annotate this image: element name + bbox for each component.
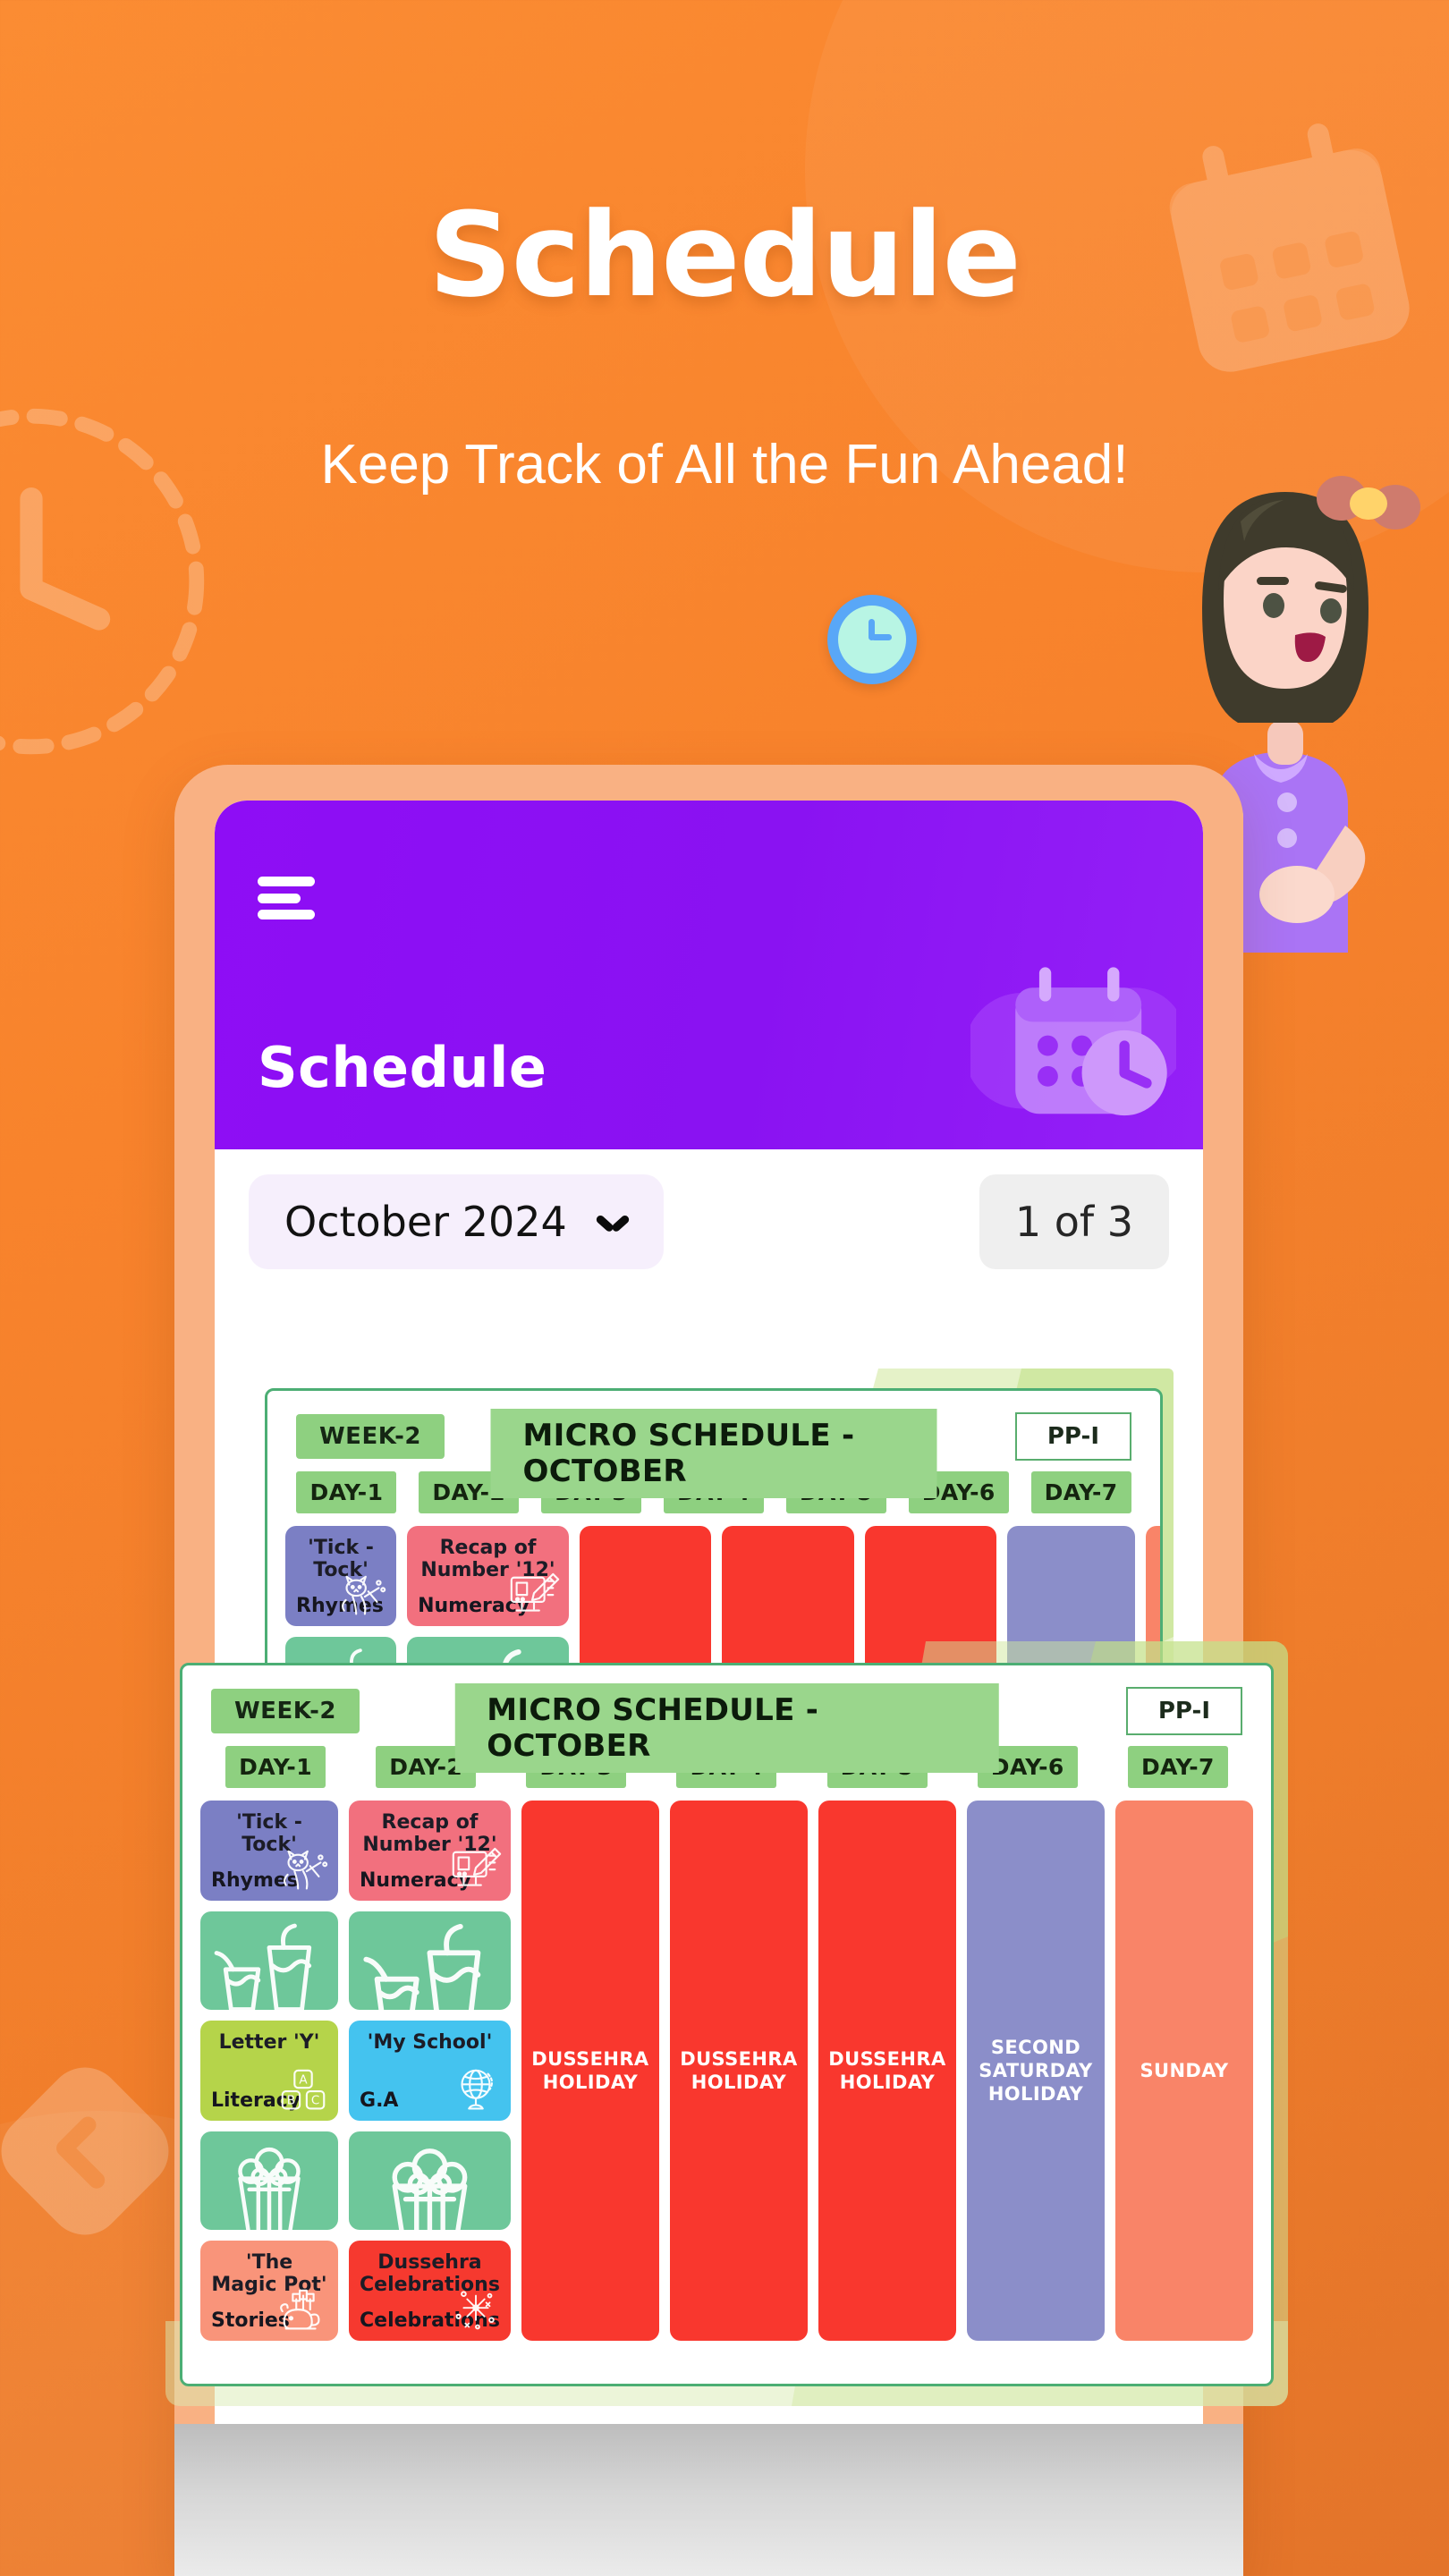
day-cell: DAY-7 [1020, 1471, 1142, 1513]
schedule-sheet-front-inner: WEEK-2 MICRO SCHEDULE - OCTOBER PP-I DAY… [180, 1663, 1274, 2386]
month-selector-value: October 2024 [284, 1198, 567, 1246]
activity-cell[interactable]: Dussehra Celebrations Celebrations [349, 2241, 511, 2341]
app-title: Schedule [258, 1035, 547, 1100]
activity-cell[interactable]: Letter 'Y'ABCLiteracy [200, 2021, 339, 2121]
schedule-columns-front: 'Tick - Tock' Rhymes Letter 'Y' A B C Literacy… [182, 1788, 1271, 2357]
fireworks-icon [448, 2285, 504, 2334]
abc-blocks-icon: AB C [275, 2065, 331, 2114]
activity-cell[interactable] [349, 1911, 511, 2010]
computer-pencil-icon [448, 1845, 504, 1894]
hamburger-icon[interactable] [258, 877, 315, 919]
schedule-column: Recap of Number '12'Numeracy 'My School'G… [349, 1801, 511, 2341]
activity-cell[interactable] [349, 2131, 511, 2230]
week-badge: WEEK-2 [296, 1414, 445, 1459]
controls-row: October 2024 1 of 3 [215, 1149, 1203, 1284]
activity-cell[interactable]: Recap of Number '12' Numeracy [349, 1801, 511, 1901]
activity-cell[interactable]: Recap of Number '12' Numeracy [407, 1526, 569, 1626]
day-cell: DAY-1 [285, 1471, 408, 1513]
schedule-column: DUSSEHRA HOLIDAY [521, 1801, 659, 2341]
schedule-column: SUNDAY [1114, 1801, 1253, 2341]
clock-icon [827, 595, 917, 684]
activity-cell[interactable] [200, 2131, 339, 2230]
activity-cell[interactable]: 'Tick - Tock' Rhymes [285, 1526, 397, 1626]
schedule-header-row-front: WEEK-2 MICRO SCHEDULE - OCTOBER PP-I [182, 1665, 1271, 1773]
computer-pencil-icon [506, 1571, 562, 1619]
holiday-cell[interactable]: DUSSEHRA HOLIDAY [669, 1801, 808, 2341]
day-cell: DAY-1 [200, 1746, 351, 1788]
svg-text:C: C [311, 2094, 319, 2108]
schedule-title: MICRO SCHEDULE - OCTOBER [454, 1683, 999, 1773]
popcorn-icon [360, 2142, 500, 2230]
schedule-column: SECOND SATURDAY HOLIDAY [966, 1801, 1105, 2341]
snack-drink-icon [211, 1922, 327, 2010]
page-title: Schedule [428, 187, 1021, 323]
holiday-cell[interactable]: DUSSEHRA HOLIDAY [818, 1801, 956, 2341]
app-header: Schedule [215, 801, 1203, 1149]
activity-cell[interactable]: 'My School'G.A [349, 2021, 511, 2121]
activity-cell[interactable]: 'Tick - Tock' Rhymes [200, 1801, 339, 1901]
activity-title: Letter 'Y' [218, 2031, 320, 2054]
month-selector[interactable]: October 2024 [249, 1174, 664, 1269]
cat-violin-icon [334, 1571, 389, 1619]
schedule-sheet-front[interactable]: WEEK-2 MICRO SCHEDULE - OCTOBER PP-I DAY… [165, 1641, 1288, 2406]
chevron-down-icon [597, 1213, 628, 1231]
week-badge: WEEK-2 [211, 1689, 360, 1733]
phone-bottom-bezel [174, 2424, 1243, 2576]
schedule-title: MICRO SCHEDULE - OCTOBER [490, 1409, 937, 1498]
schedule-header-row-back: WEEK-2 MICRO SCHEDULE - OCTOBER PP-I [267, 1391, 1160, 1498]
holiday-cell[interactable]: SUNDAY [1114, 1801, 1253, 2341]
calendar-clock-icon [964, 957, 1186, 1136]
schedule-column: DUSSEHRA HOLIDAY [818, 1801, 956, 2341]
day-cell: DAY-7 [1103, 1746, 1253, 1788]
holiday-cell[interactable]: SECOND SATURDAY HOLIDAY [966, 1801, 1105, 2341]
snack-drink-icon [360, 1922, 500, 2010]
activity-cell[interactable] [200, 1911, 339, 2010]
holiday-cell[interactable]: DUSSEHRA HOLIDAY [521, 1801, 659, 2341]
activity-title: 'My School' [367, 2031, 493, 2054]
svg-text:B: B [287, 2094, 295, 2108]
popcorn-icon [211, 2142, 327, 2230]
cat-violin-icon [275, 1845, 331, 1894]
class-badge: PP-I [1014, 1412, 1131, 1461]
schedule-column: DUSSEHRA HOLIDAY [669, 1801, 808, 2341]
activity-cell[interactable]: 'The Magic Pot' Stories [200, 2241, 339, 2341]
schedule-column: 'Tick - Tock'RhymesLetter 'Y'ABCLiteracy… [200, 1801, 339, 2341]
globe-icon [448, 2065, 504, 2114]
class-badge: PP-I [1125, 1687, 1242, 1735]
svg-text:A: A [299, 2072, 308, 2087]
story-pot-icon [275, 2285, 331, 2334]
page-indicator: 1 of 3 [979, 1174, 1169, 1269]
